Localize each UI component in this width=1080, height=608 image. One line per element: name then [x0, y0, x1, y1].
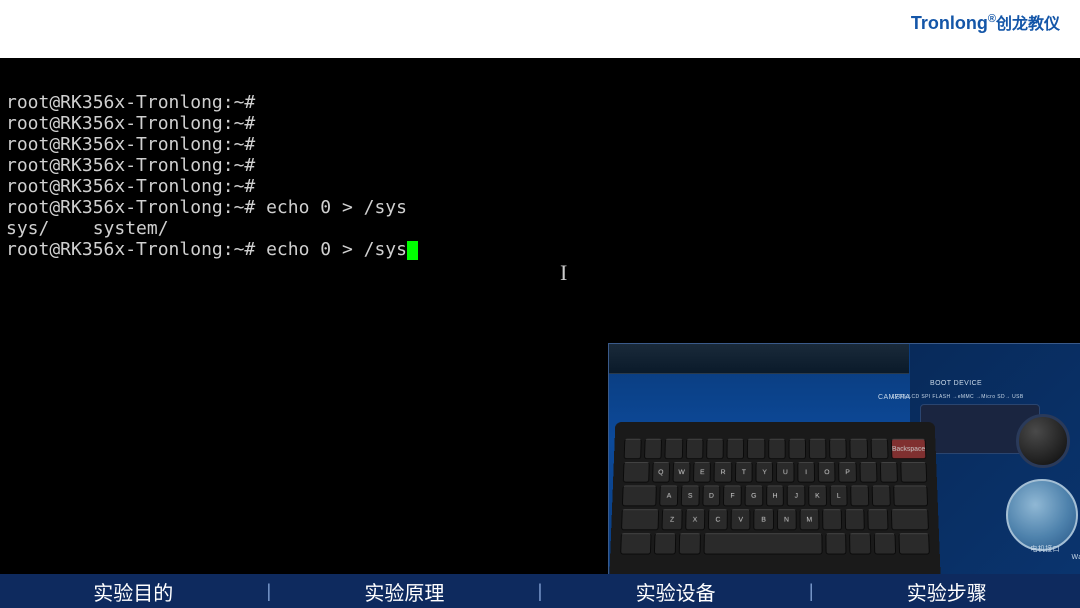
key: Z [662, 509, 682, 530]
key: E [693, 462, 711, 483]
key: M [799, 509, 819, 530]
key: F [723, 485, 741, 506]
key: N [776, 509, 796, 530]
key [644, 439, 662, 459]
key: L [829, 485, 848, 506]
key: D [702, 485, 721, 506]
ctrl-key [620, 533, 652, 554]
key [685, 439, 703, 459]
key: T [735, 462, 753, 483]
key: X [685, 509, 705, 530]
key: G [745, 485, 763, 506]
key [870, 439, 888, 459]
alt-key [825, 533, 847, 554]
key: J [787, 485, 805, 506]
key [624, 439, 642, 459]
key: S [681, 485, 700, 506]
terminal-output: root@RK356x-Tronlong:~# root@RK356x-Tron… [0, 58, 1080, 294]
key [788, 439, 806, 459]
brand-cn: 创龙教仪 [996, 16, 1060, 33]
key [747, 439, 765, 459]
rotary-knob-icon [1016, 414, 1070, 468]
key [851, 485, 870, 506]
nav-item-equipment[interactable]: 实验设备 [542, 577, 808, 606]
key [768, 439, 786, 459]
boot-device-label: BOOT DEVICE [930, 380, 982, 387]
watchdog-label: Watchdog [1072, 554, 1080, 561]
key [809, 439, 827, 459]
key: V [731, 509, 751, 530]
key [880, 462, 898, 483]
shift-key [890, 509, 929, 530]
ctrl-key [898, 533, 930, 554]
backspace-key: Backspace [891, 439, 927, 459]
brand-logo: Tronlong®创龙教仪 [911, 10, 1060, 34]
key: U [776, 462, 794, 483]
key [874, 533, 896, 554]
key: Q [652, 462, 670, 483]
key: R [714, 462, 732, 483]
enter-key [893, 485, 928, 506]
key [859, 462, 877, 483]
space-key [703, 533, 822, 554]
nav-item-purpose[interactable]: 实验目的 [0, 577, 266, 606]
key: A [660, 485, 679, 506]
brand-name: Tronlong [911, 13, 988, 33]
key [727, 439, 745, 459]
bottom-nav: 实验目的 | 实验原理 | 实验设备 | 实验步骤 [0, 574, 1080, 608]
key [665, 439, 683, 459]
text-cursor-icon: I [560, 260, 567, 286]
terminal-window[interactable]: root@RK356x-Tronlong:~# root@RK356x-Tron… [0, 58, 1080, 574]
key [829, 439, 847, 459]
tab-key [623, 462, 649, 483]
key [849, 533, 871, 554]
boot-sub-label: LVDS-LCD SPI FLASH →eMMC →Micro SD→ USB [892, 394, 1032, 400]
key [901, 462, 927, 483]
key [822, 509, 842, 530]
key: B [754, 509, 774, 530]
key [706, 439, 724, 459]
key: I [797, 462, 815, 483]
key [872, 485, 891, 506]
nav-item-principle[interactable]: 实验原理 [271, 577, 537, 606]
key [868, 509, 888, 530]
key [850, 439, 868, 459]
hardware-photo: BOOT DEVICE CAMERA LVDS-LCD SPI FLASH →e… [608, 343, 1080, 586]
key: H [766, 485, 784, 506]
key: Y [756, 462, 774, 483]
shift-key [621, 509, 660, 530]
key [845, 509, 865, 530]
caps-key [622, 485, 657, 506]
alt-key [679, 533, 701, 554]
key: K [808, 485, 826, 506]
key: P [839, 462, 857, 483]
brand-reg: ® [988, 13, 996, 25]
nav-item-steps[interactable]: 实验步骤 [814, 577, 1080, 606]
keyboard-photo: Backspace QWERTYUIOP ASDFGHJKL ZXCVBNM [609, 422, 941, 586]
cable-tray [609, 344, 909, 374]
key [654, 533, 676, 554]
key: O [818, 462, 836, 483]
motor-label: 电机接口 [1030, 544, 1060, 554]
terminal-cursor-icon [407, 241, 418, 260]
key: W [672, 462, 690, 483]
key: C [708, 509, 728, 530]
encoder-cap-icon [1006, 479, 1078, 551]
